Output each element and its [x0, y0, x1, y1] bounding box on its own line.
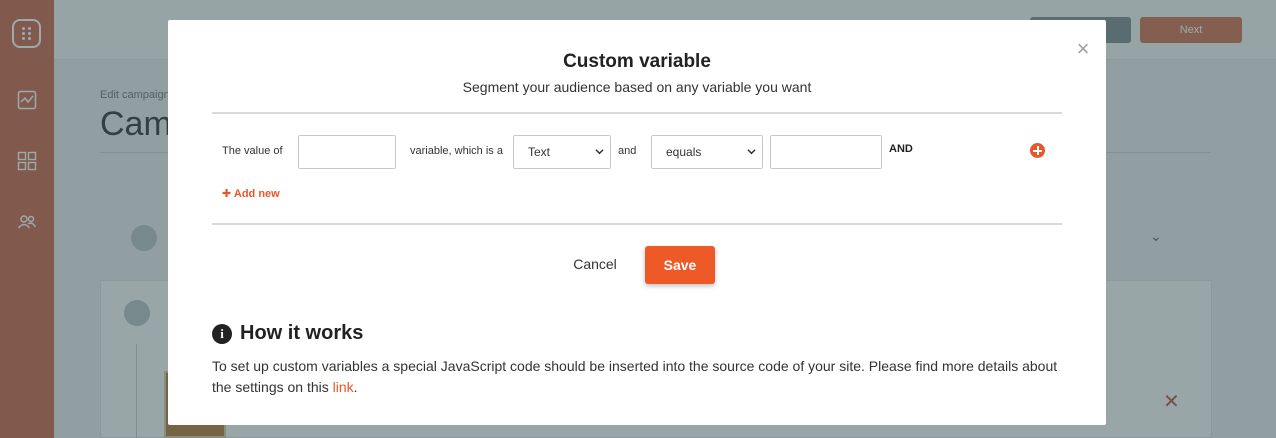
variable-name-input[interactable] — [298, 135, 396, 169]
modal-subtitle: Segment your audience based on any varia… — [462, 79, 812, 95]
info-icon: i — [212, 324, 232, 344]
value-of-label: The value of — [222, 145, 283, 157]
save-button[interactable]: Save — [645, 246, 715, 284]
docs-link[interactable]: link — [333, 379, 354, 395]
add-condition-icon[interactable] — [1030, 143, 1045, 158]
add-new-label: Add new — [233, 188, 280, 200]
chevron-down-icon — [747, 149, 756, 155]
custom-variable-modal: × Custom variable Segment your audience … — [168, 20, 1106, 425]
how-it-works-text: To set up custom variables a special Jav… — [212, 356, 1072, 398]
cancel-button[interactable]: Cancel — [560, 246, 630, 282]
plus-icon: ✚ — [222, 188, 234, 200]
operator-select[interactable]: equals — [651, 135, 763, 169]
chevron-down-icon — [595, 149, 604, 155]
and-label: AND — [889, 143, 913, 155]
variable-type-label: variable, which is a — [410, 145, 503, 157]
compare-value-input[interactable] — [770, 135, 882, 169]
operator-select-value: equals — [666, 145, 702, 159]
how-it-works-suffix: . — [353, 379, 358, 395]
divider — [212, 112, 1062, 114]
type-select-value: Text — [528, 145, 551, 159]
divider — [212, 223, 1062, 225]
add-new-button[interactable]: ✚ Add new — [222, 187, 280, 200]
type-select[interactable]: Text — [513, 135, 611, 169]
and-connector-label: and — [618, 145, 637, 157]
modal-title: Custom variable — [563, 51, 711, 72]
how-it-works-title: How it works — [240, 322, 364, 344]
